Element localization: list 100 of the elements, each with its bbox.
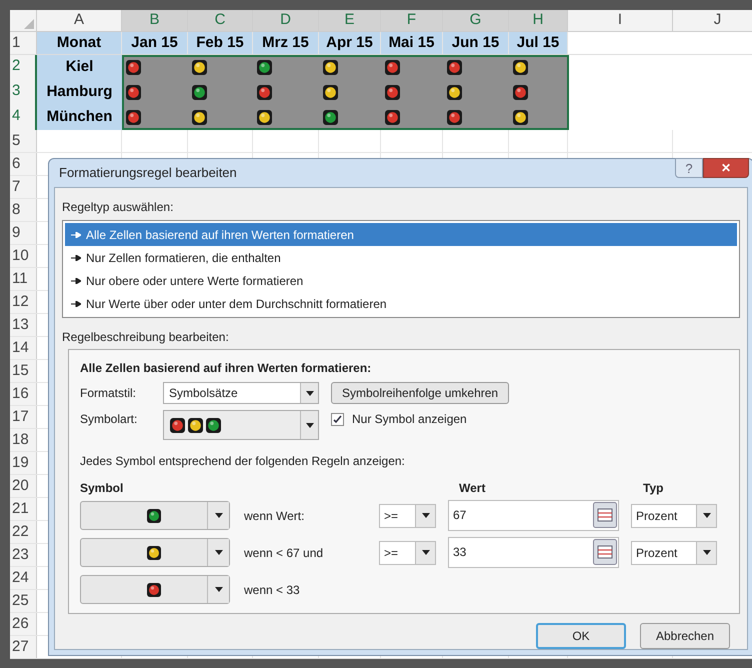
operator-select[interactable]: >= <box>379 540 436 564</box>
operator-select[interactable]: >= <box>379 504 436 528</box>
row-header[interactable]: 6 <box>10 153 37 175</box>
column-header[interactable]: C <box>188 10 253 31</box>
list-item-text: Nur Zellen formatieren, die enthalten <box>86 250 281 266</box>
arrow-icon <box>71 254 81 260</box>
row-header[interactable]: 8 <box>10 199 37 221</box>
condition-text: wenn < 33 <box>244 582 301 598</box>
rules-intro: Jedes Symbol entsprechend der folgenden Regeln anzeigen: <box>80 453 406 470</box>
format-style-select[interactable]: Symbolsätze <box>163 382 319 404</box>
caret-icon <box>306 422 314 428</box>
row-header[interactable]: 27 <box>10 636 37 658</box>
dropdown-button[interactable] <box>300 411 318 439</box>
field-label: Symbolart: <box>80 411 138 428</box>
symbol-select[interactable] <box>80 538 230 567</box>
cell-reference-icon[interactable] <box>593 539 617 565</box>
list-item-text: Nur obere oder untere Werte formatieren <box>86 272 304 290</box>
value-field[interactable]: 67 <box>448 500 619 531</box>
checkbox-label: Nur Symbol anzeigen <box>352 411 467 428</box>
column-heading: Typ <box>643 480 664 497</box>
row-header[interactable]: 15 <box>10 360 37 382</box>
caret-icon <box>214 513 222 518</box>
table-cell: Apr 15 <box>319 32 381 54</box>
dropdown-button[interactable] <box>696 542 716 564</box>
column-header[interactable]: J <box>673 10 752 31</box>
dropdown-button[interactable] <box>415 504 435 526</box>
row-header[interactable]: 19 <box>10 452 37 474</box>
row-header[interactable]: 1 <box>10 32 37 54</box>
row-header[interactable]: 10 <box>10 245 37 267</box>
list-item-text: Alle Zellen basierend auf ihren Werten formatieren <box>86 226 354 244</box>
row-header[interactable]: 3 <box>10 80 37 105</box>
row-header[interactable]: 12 <box>10 291 37 313</box>
column-header[interactable]: D <box>253 10 319 31</box>
row-header[interactable]: 14 <box>10 337 37 359</box>
condition-text: wenn < 67 und <box>244 544 324 562</box>
dialog-button[interactable]: Abbrechen <box>640 623 730 649</box>
row-header[interactable]: 21 <box>10 498 37 520</box>
caret-icon <box>702 513 710 518</box>
table-cell: Monat <box>37 32 122 54</box>
icon-style-select[interactable] <box>163 410 319 440</box>
row-header[interactable]: 2 <box>10 55 37 80</box>
row-header[interactable]: 23 <box>10 544 37 566</box>
row-header[interactable]: 5 <box>10 130 37 152</box>
column-header[interactable]: F <box>381 10 443 31</box>
checkbox[interactable] <box>331 412 344 426</box>
row-header[interactable]: 16 <box>10 383 37 405</box>
row-header[interactable]: 7 <box>10 176 37 198</box>
dropdown-button[interactable] <box>207 576 229 603</box>
column-heading: Wert <box>459 480 486 497</box>
row-header[interactable]: 24 <box>10 567 37 589</box>
arrow-icon <box>71 278 81 284</box>
type-select[interactable]: Prozent <box>631 540 717 564</box>
reverse-order-button[interactable]: Symbolreihenfolge umkehren <box>331 382 510 404</box>
row-header[interactable]: 25 <box>10 590 37 612</box>
column-header[interactable]: I <box>568 10 673 31</box>
condition-text: wenn Wert: <box>244 508 306 524</box>
row-header[interactable]: 17 <box>10 406 37 428</box>
row-header[interactable]: 20 <box>10 475 37 497</box>
dropdown-button[interactable] <box>300 383 318 403</box>
dropdown-button[interactable] <box>207 502 229 529</box>
type-select[interactable]: Prozent <box>631 504 717 528</box>
column-header[interactable]: G <box>443 10 509 31</box>
table-cell: Hamburg <box>37 80 122 105</box>
list-item[interactable]: Alle Zellen basierend auf ihren Werten formatieren <box>65 223 737 246</box>
value-field[interactable]: 33 <box>448 537 619 568</box>
row-header[interactable]: 11 <box>10 268 37 290</box>
list-item[interactable]: Nur obere oder untere Werte formatieren <box>65 269 737 292</box>
list-item-text: Nur Werte über oder unter dem Durchschnitt formatieren <box>86 296 387 312</box>
table-cell: München <box>37 105 122 130</box>
arrow-icon <box>71 300 81 306</box>
caret-icon <box>214 550 222 555</box>
window-title: Formatierungsregel bearbeiten <box>59 164 237 182</box>
arrow-icon <box>71 232 81 238</box>
table-cell: Jun 15 <box>443 32 509 54</box>
row-header[interactable]: 9 <box>10 222 37 244</box>
column-heading: Symbol <box>80 480 124 497</box>
column-header[interactable]: E <box>319 10 381 31</box>
row-header[interactable]: 13 <box>10 314 37 336</box>
list-item[interactable]: Nur Zellen formatieren, die enthalten <box>65 246 737 269</box>
symbol-select[interactable] <box>80 501 230 530</box>
dropdown-button[interactable] <box>415 542 435 564</box>
caret-icon <box>422 513 430 518</box>
column-header[interactable]: H <box>509 10 568 31</box>
dialog-button[interactable]: OK <box>536 623 626 649</box>
column-header[interactable]: B <box>122 10 188 31</box>
row-header[interactable]: 22 <box>10 521 37 543</box>
section-label: Regeltyp auswählen: <box>62 199 174 216</box>
close-button[interactable]: ✕ <box>703 158 749 178</box>
table-cell: Mai 15 <box>381 32 443 54</box>
help-button[interactable]: ? <box>675 158 703 178</box>
table-cell: Kiel <box>37 55 122 80</box>
row-header[interactable]: 18 <box>10 429 37 451</box>
symbol-select[interactable] <box>80 575 230 604</box>
list-item[interactable]: Nur Werte über oder unter dem Durchschnitt formatieren <box>65 292 737 315</box>
cell-reference-icon[interactable] <box>593 502 617 528</box>
row-header[interactable]: 26 <box>10 613 37 635</box>
dropdown-button[interactable] <box>207 539 229 566</box>
dropdown-button[interactable] <box>696 504 716 526</box>
row-header[interactable]: 4 <box>10 105 37 130</box>
table-cell: Jan 15 <box>122 32 188 54</box>
